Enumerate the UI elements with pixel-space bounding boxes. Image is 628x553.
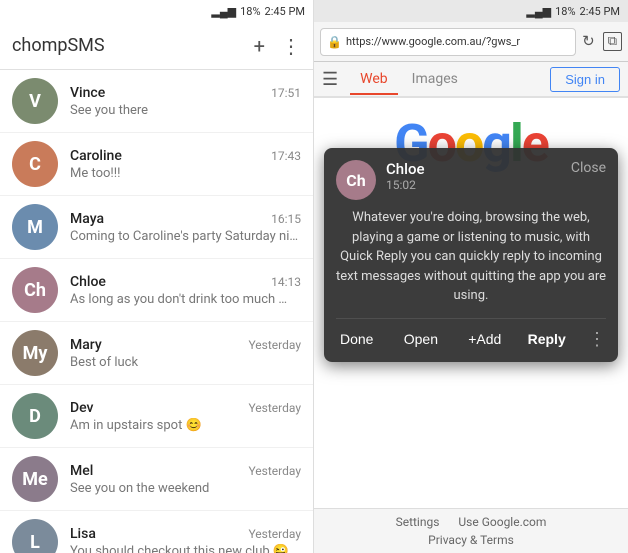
notif-avatar: Ch	[336, 160, 376, 200]
footer-use-google-link[interactable]: Use Google.com	[458, 515, 546, 529]
sign-in-button[interactable]: Sign in	[550, 67, 620, 92]
browser-tabs: ☰ Web Images Sign in	[314, 62, 628, 98]
left-status-bar: ▂▄▆ 18% 2:45 PM	[0, 0, 313, 22]
browser-content: G o o g l e Ch Chloe 15:02 Close Whateve…	[314, 98, 628, 508]
contact-name: Caroline	[70, 148, 122, 164]
contact-info: Chloe 14:13 As long as you don't drink too…	[70, 274, 301, 307]
browser-panel: ▂▄▆ 18% 2:45 PM 🔒 https://www.google.com…	[314, 0, 628, 553]
contact-time: 17:51	[271, 86, 301, 100]
contact-message: You should checkout this new club 😜	[70, 544, 301, 553]
sms-header: chompSMS + ⋮	[0, 22, 313, 70]
footer-settings-link[interactable]: Settings	[396, 515, 440, 529]
contact-time: Yesterday	[248, 464, 301, 478]
contact-time: 17:43	[271, 149, 301, 163]
left-battery: 18%	[240, 5, 260, 18]
contact-time: 16:15	[271, 212, 301, 226]
right-signal-icon: ▂▄▆	[526, 5, 551, 18]
contact-info: Mel Yesterday See you on the weekend	[70, 463, 301, 496]
browser-toolbar: 🔒 https://www.google.com.au/?gws_r ↻ ⧉	[314, 22, 628, 62]
contact-item[interactable]: Ch Chloe 14:13 As long as you don't drink t…	[0, 259, 313, 322]
avatar: D	[12, 393, 58, 439]
secure-icon: 🔒	[327, 35, 342, 49]
contact-message: See you on the weekend	[70, 481, 301, 496]
contact-item[interactable]: Me Mel Yesterday See you on the weekend	[0, 448, 313, 511]
contact-message: As long as you don't drink too much 🍺 an…	[70, 292, 301, 307]
contact-info: Dev Yesterday Am in upstairs spot 😊	[70, 400, 301, 433]
sms-header-icons: + ⋮	[254, 34, 301, 58]
notif-add-button[interactable]: +Add	[464, 329, 505, 349]
sms-panel: ▂▄▆ 18% 2:45 PM chompSMS + ⋮ V Vince 17:51…	[0, 0, 314, 553]
avatar: V	[12, 78, 58, 124]
footer-row2: Privacy & Terms	[314, 533, 628, 547]
contact-item[interactable]: L Lisa Yesterday You should checkout this n…	[0, 511, 313, 553]
notif-body-text: Whatever you're doing, browsing the web,…	[336, 208, 606, 306]
contact-name: Mel	[70, 463, 93, 479]
contact-name: Lisa	[70, 526, 96, 542]
notif-more-button[interactable]: ⋮	[588, 329, 606, 350]
contact-item[interactable]: C Caroline 17:43 Me too!!!	[0, 133, 313, 196]
contact-item[interactable]: My Mary Yesterday Best of luck	[0, 322, 313, 385]
contact-name: Dev	[70, 400, 94, 416]
contact-item[interactable]: V Vince 17:51 See you there	[0, 70, 313, 133]
contact-time: Yesterday	[248, 527, 301, 541]
notif-close-button[interactable]: Close	[571, 160, 606, 176]
url-text: https://www.google.com.au/?gws_r	[346, 35, 569, 48]
contact-message: Best of luck	[70, 355, 301, 370]
contact-name: Maya	[70, 211, 104, 227]
notif-header: Ch Chloe 15:02 Close	[336, 160, 606, 200]
contact-name: Mary	[70, 337, 102, 353]
sms-app-title: chompSMS	[12, 35, 254, 56]
contact-time: Yesterday	[248, 401, 301, 415]
notif-reply-button[interactable]: Reply	[528, 331, 566, 347]
contact-time: Yesterday	[248, 338, 301, 352]
left-signal-icon: ▂▄▆	[211, 5, 236, 18]
browser-menu-icon[interactable]: ☰	[322, 69, 338, 90]
contact-info: Caroline 17:43 Me too!!!	[70, 148, 301, 181]
left-time: 2:45 PM	[265, 5, 305, 18]
browser-nav-icons: ↻ ⧉	[582, 32, 622, 51]
contact-time: 14:13	[271, 275, 301, 289]
contact-item[interactable]: M Maya 16:15 Coming to Caroline's party Sat…	[0, 196, 313, 259]
browser-footer: Settings Use Google.com Privacy & Terms	[314, 508, 628, 553]
avatar: Me	[12, 456, 58, 502]
avatar: My	[12, 330, 58, 376]
contact-info: Vince 17:51 See you there	[70, 85, 301, 118]
contact-message: See you there	[70, 103, 301, 118]
notif-title-block: Chloe 15:02	[386, 160, 571, 192]
refresh-button[interactable]: ↻	[582, 32, 595, 51]
contact-message: Me too!!!	[70, 166, 301, 181]
avatar: Ch	[12, 267, 58, 313]
contact-info: Mary Yesterday Best of luck	[70, 337, 301, 370]
contact-info: Lisa Yesterday You should checkout this ne…	[70, 526, 301, 553]
contact-name: Vince	[70, 85, 105, 101]
right-time: 2:45 PM	[580, 5, 620, 18]
contact-info: Maya 16:15 Coming to Caroline's party Satu…	[70, 211, 301, 244]
contact-message: Coming to Caroline's party Saturday nigh…	[70, 229, 301, 244]
avatar: C	[12, 141, 58, 187]
avatar: M	[12, 204, 58, 250]
right-battery: 18%	[555, 5, 575, 18]
notif-open-button[interactable]: Open	[400, 329, 442, 349]
contact-message: Am in upstairs spot 😊	[70, 418, 301, 433]
tab-images[interactable]: Images	[402, 65, 468, 93]
notif-sender-name: Chloe	[386, 160, 571, 178]
notif-sender-time: 15:02	[386, 178, 571, 192]
add-conversation-button[interactable]: +	[254, 34, 265, 58]
contact-list: V Vince 17:51 See you there C Caroline 17:43 Me…	[0, 70, 313, 553]
footer-privacy-link[interactable]: Privacy & Terms	[428, 533, 514, 547]
tab-web[interactable]: Web	[350, 65, 398, 95]
footer-row1: Settings Use Google.com	[314, 515, 628, 529]
url-bar[interactable]: 🔒 https://www.google.com.au/?gws_r	[320, 28, 576, 56]
contact-item[interactable]: D Dev Yesterday Am in upstairs spot 😊	[0, 385, 313, 448]
notification-popup: Ch Chloe 15:02 Close Whatever you're doi…	[324, 148, 618, 362]
tabs-button[interactable]: ⧉	[603, 32, 622, 51]
contact-name: Chloe	[70, 274, 106, 290]
notif-done-button[interactable]: Done	[336, 329, 377, 349]
right-status-bar: ▂▄▆ 18% 2:45 PM	[314, 0, 628, 22]
notif-actions: Done Open +Add Reply ⋮	[336, 318, 606, 350]
avatar: L	[12, 519, 58, 553]
more-options-button[interactable]: ⋮	[281, 34, 301, 58]
